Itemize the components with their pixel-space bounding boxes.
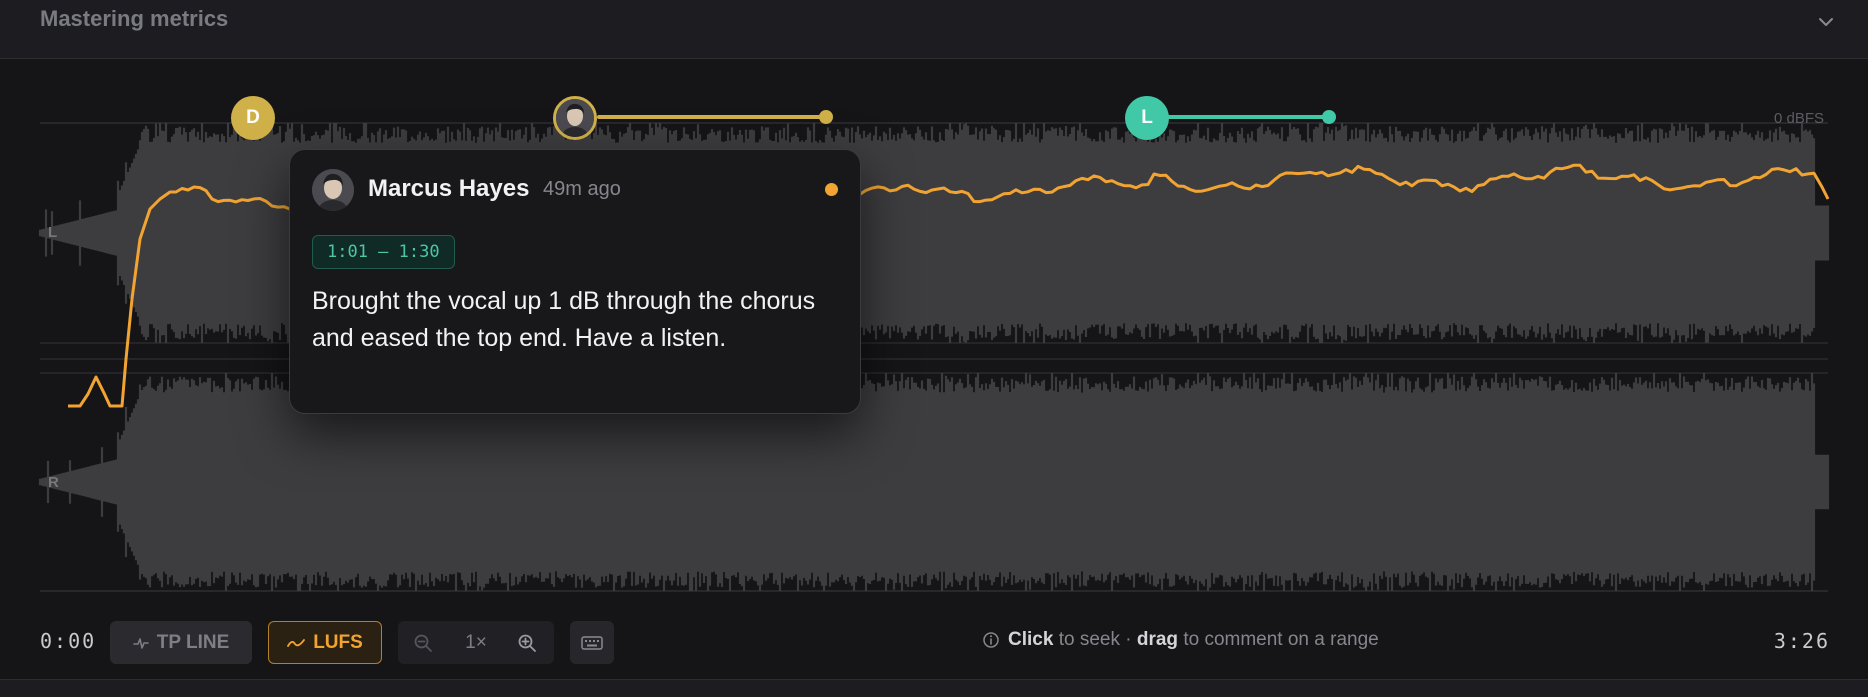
avatar-icon bbox=[556, 99, 594, 137]
keyboard-shortcuts-button[interactable] bbox=[570, 621, 614, 664]
unread-dot-icon bbox=[825, 183, 838, 196]
channel-label-left: L bbox=[48, 224, 58, 241]
comment-marker-l[interactable]: L bbox=[1125, 96, 1169, 140]
footer-strip bbox=[0, 679, 1868, 697]
waveform-area[interactable] bbox=[0, 59, 1868, 605]
chevron-down-icon[interactable] bbox=[1818, 14, 1834, 30]
lufs-toggle-button[interactable]: LUFS bbox=[268, 621, 382, 664]
author-avatar bbox=[312, 169, 354, 211]
hint-click-text: to seek · bbox=[1058, 629, 1132, 650]
zoom-in-button[interactable] bbox=[504, 621, 550, 664]
zoom-out-icon bbox=[414, 634, 432, 652]
zoom-level: 1× bbox=[465, 631, 487, 653]
pulse-icon bbox=[132, 637, 149, 649]
comment-range-handle-l[interactable] bbox=[1322, 110, 1336, 124]
duration: 3:26 bbox=[1773, 629, 1830, 653]
tp-line-label: TP LINE bbox=[156, 631, 230, 653]
comment-range-bar-l[interactable] bbox=[1167, 115, 1329, 119]
comment-range-bar-marcus[interactable] bbox=[597, 115, 826, 119]
waveform-canvas[interactable] bbox=[0, 59, 1868, 605]
comment-author: Marcus Hayes bbox=[368, 175, 530, 202]
zoom-controls: 1× bbox=[398, 621, 554, 664]
trend-icon bbox=[287, 638, 306, 647]
dbfs-scale-label: 0 dBFS bbox=[1773, 110, 1824, 127]
comment-popover[interactable]: Marcus Hayes 49m ago 1:01 — 1:30 Brought… bbox=[289, 149, 861, 414]
info-icon bbox=[983, 632, 999, 648]
comment-range-handle-marcus[interactable] bbox=[819, 110, 833, 124]
panel-header[interactable]: Mastering metrics bbox=[0, 0, 1868, 59]
lufs-label: LUFS bbox=[313, 631, 363, 653]
zoom-in-icon bbox=[518, 634, 536, 652]
hint-click: Click bbox=[1008, 629, 1054, 650]
tp-line-toggle-button[interactable]: TP LINE bbox=[110, 621, 252, 664]
comment-range-badge[interactable]: 1:01 — 1:30 bbox=[312, 235, 455, 269]
keyboard-icon bbox=[581, 635, 603, 650]
avatar-icon bbox=[312, 169, 354, 211]
interaction-hint: Click to seek · drag to comment on a ran… bbox=[982, 629, 1379, 651]
comment-marker-marcus-avatar[interactable] bbox=[553, 96, 597, 140]
hint-drag: drag bbox=[1136, 629, 1179, 650]
zoom-out-button[interactable] bbox=[400, 621, 446, 664]
comment-marker-d[interactable]: D bbox=[231, 96, 275, 140]
panel-title: Mastering metrics bbox=[40, 6, 229, 31]
comment-time-ago: 49m ago bbox=[543, 178, 621, 200]
comment-body: Brought the vocal up 1 dB through the ch… bbox=[312, 287, 816, 352]
hint-drag-text: to comment on a range bbox=[1183, 629, 1379, 650]
channel-label-right: R bbox=[48, 474, 59, 491]
current-time: 0:00 bbox=[40, 629, 97, 653]
